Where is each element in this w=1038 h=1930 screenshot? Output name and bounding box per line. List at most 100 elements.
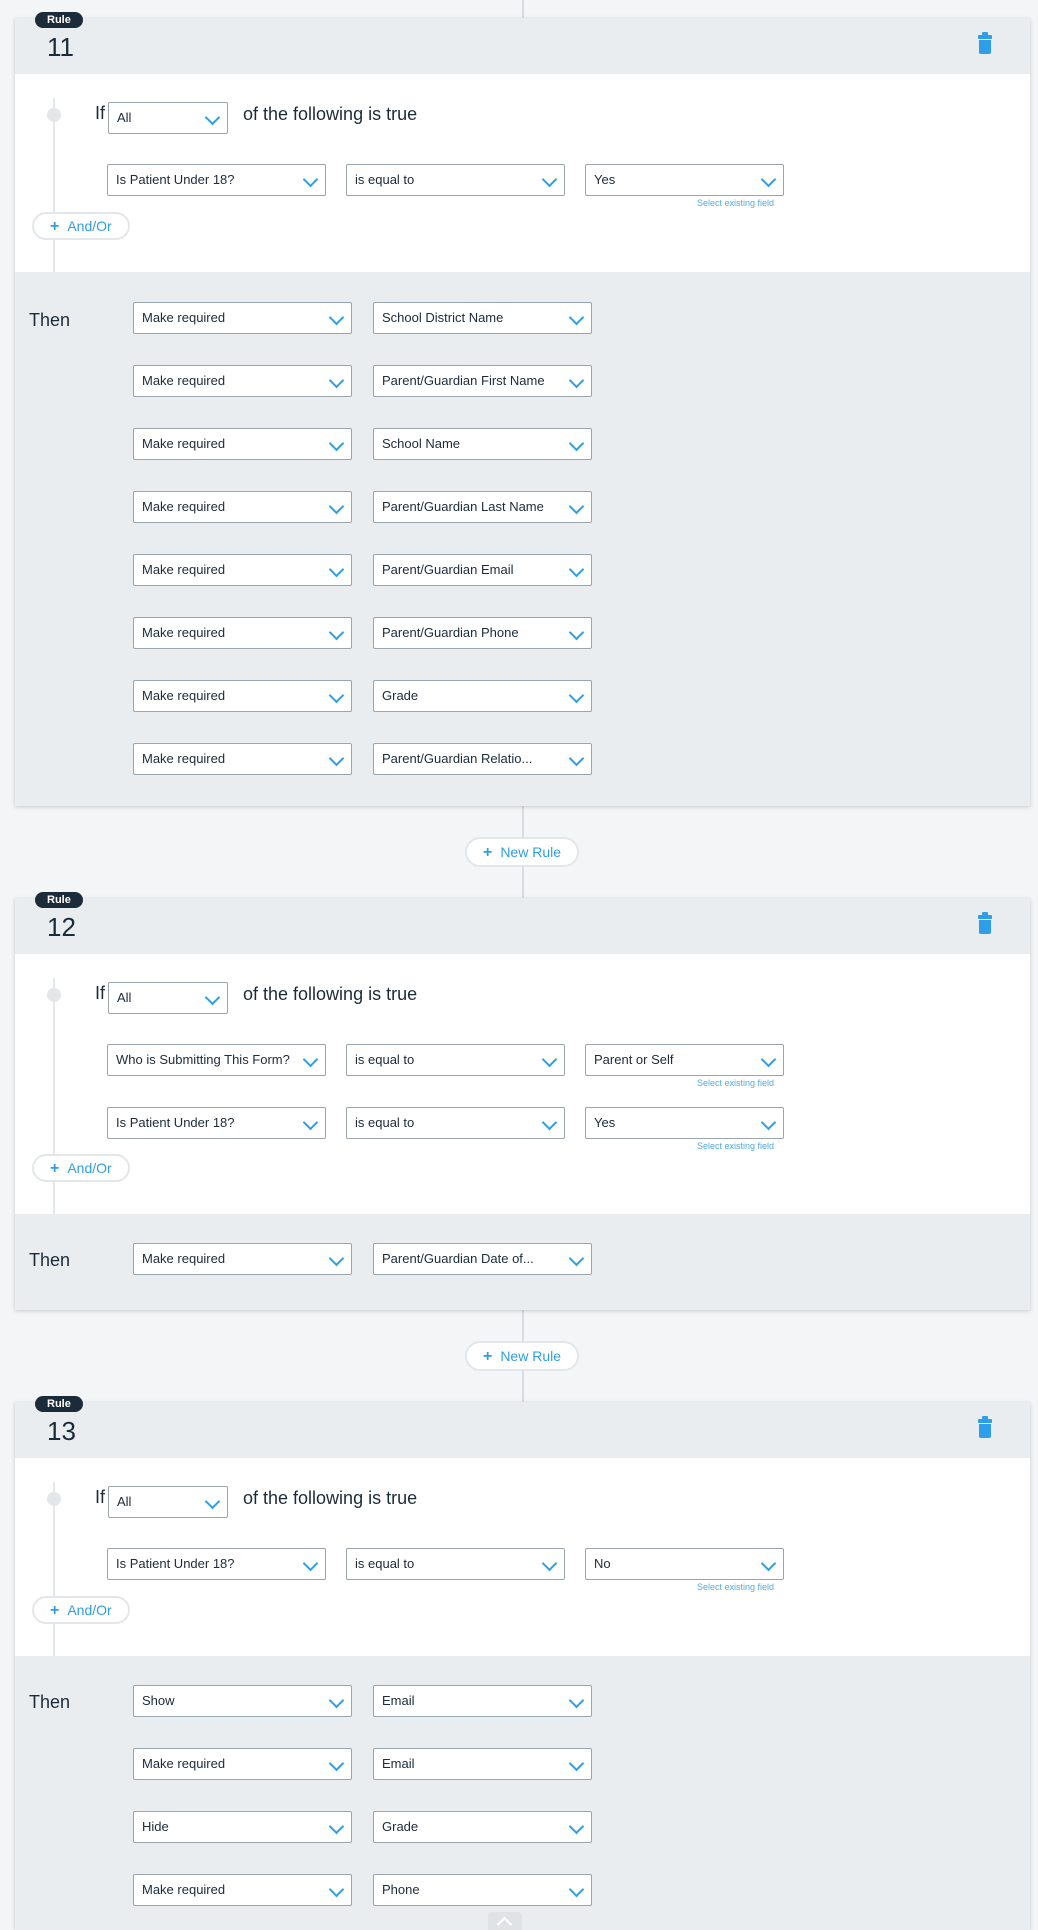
condition-value-select[interactable]: Parent or Self: [585, 1044, 784, 1076]
new-rule-button[interactable]: + New Rule: [465, 1341, 579, 1371]
timeline-dot: [47, 108, 61, 122]
select-value: Make required: [142, 562, 226, 577]
action-select[interactable]: Make required: [133, 554, 352, 586]
select-value: Parent or Self: [594, 1052, 674, 1067]
action-target-select[interactable]: Email: [373, 1748, 592, 1780]
condition-value-select[interactable]: No: [585, 1548, 784, 1580]
select-value: Is Patient Under 18?: [116, 1556, 235, 1571]
and-or-button[interactable]: + And/Or: [32, 1596, 130, 1624]
timeline-dot: [47, 988, 61, 1002]
select-value: Make required: [142, 310, 226, 325]
if-label: If: [95, 103, 106, 123]
select-value: Make required: [142, 625, 226, 640]
select-existing-field-link[interactable]: Select existing field: [697, 1078, 774, 1088]
if-label: If: [95, 1487, 106, 1507]
chevron-down-icon: [541, 1555, 558, 1572]
select-value: Make required: [142, 1882, 226, 1897]
action-select[interactable]: Make required: [133, 1874, 352, 1906]
chevron-down-icon: [302, 1555, 319, 1572]
match-select[interactable]: All: [108, 1486, 228, 1518]
action-target-select[interactable]: School District Name: [373, 302, 592, 334]
chevron-down-icon: [568, 435, 585, 452]
action-select[interactable]: Make required: [133, 743, 352, 775]
action-select[interactable]: Make required: [133, 302, 352, 334]
action-select[interactable]: Hide: [133, 1811, 352, 1843]
action-select[interactable]: Make required: [133, 617, 352, 649]
chevron-down-icon: [568, 1692, 585, 1709]
condition-field-select[interactable]: Is Patient Under 18?: [107, 1548, 326, 1580]
if-section: If All of the following is true Is Patie…: [15, 1458, 1030, 1656]
chevron-down-icon: [328, 687, 345, 704]
select-value: Parent/Guardian Relatio...: [382, 751, 533, 766]
action-target-select[interactable]: Parent/Guardian Email: [373, 554, 592, 586]
plus-icon: +: [482, 844, 493, 861]
action-target-select[interactable]: Parent/Guardian Date of...: [373, 1243, 592, 1275]
chevron-down-icon: [328, 498, 345, 515]
match-select[interactable]: All: [108, 982, 228, 1014]
and-or-button[interactable]: + And/Or: [32, 212, 130, 240]
new-rule-button[interactable]: + New Rule: [465, 837, 579, 867]
chevron-down-icon: [568, 1755, 585, 1772]
select-existing-field-link[interactable]: Select existing field: [697, 1582, 774, 1592]
condition-value-select[interactable]: Yes: [585, 164, 784, 196]
delete-rule-icon[interactable]: [978, 912, 992, 935]
action-select[interactable]: Make required: [133, 680, 352, 712]
chevron-down-icon: [328, 372, 345, 389]
condition-field-select[interactable]: Is Patient Under 18?: [107, 1107, 326, 1139]
select-existing-field-link[interactable]: Select existing field: [697, 1141, 774, 1151]
action-select[interactable]: Make required: [133, 1748, 352, 1780]
rule-header: Rule 13: [15, 1396, 1030, 1458]
select-value: Parent/Guardian Last Name: [382, 499, 544, 514]
action-select[interactable]: Make required: [133, 428, 352, 460]
then-section: Then Make required Parent/Guardian Date …: [15, 1214, 1030, 1310]
rule-badge: Rule: [35, 12, 83, 28]
condition-field-select[interactable]: Is Patient Under 18?: [107, 164, 326, 196]
plus-icon: +: [482, 1348, 493, 1365]
condition-operator-select[interactable]: is equal to: [346, 1107, 565, 1139]
select-value: Make required: [142, 436, 226, 451]
condition-operator-select[interactable]: is equal to: [346, 164, 565, 196]
then-label: Then: [29, 1250, 71, 1270]
plus-icon: +: [50, 1602, 60, 1619]
select-value: is equal to: [355, 172, 415, 187]
action-target-select[interactable]: Parent/Guardian Last Name: [373, 491, 592, 523]
action-target-select[interactable]: Phone: [373, 1874, 592, 1906]
action-target-select[interactable]: Email: [373, 1685, 592, 1717]
condition-operator-select[interactable]: is equal to: [346, 1548, 565, 1580]
select-value: Phone: [382, 1882, 420, 1897]
chevron-down-icon: [760, 1114, 777, 1131]
match-select[interactable]: All: [108, 102, 228, 134]
select-value: Make required: [142, 373, 226, 388]
action-select[interactable]: Make required: [133, 1243, 352, 1275]
delete-rule-icon[interactable]: [978, 32, 992, 55]
action-target-select[interactable]: Grade: [373, 1811, 592, 1843]
rule-badge: Rule: [35, 1396, 83, 1412]
and-or-button[interactable]: + And/Or: [32, 1154, 130, 1182]
action-select[interactable]: Make required: [133, 491, 352, 523]
action-target-select[interactable]: Parent/Guardian First Name: [373, 365, 592, 397]
select-existing-field-link[interactable]: Select existing field: [697, 198, 774, 208]
select-value: Email: [382, 1693, 415, 1708]
select-value: is equal to: [355, 1052, 415, 1067]
chevron-down-icon: [328, 1250, 345, 1267]
select-value: is equal to: [355, 1115, 415, 1130]
action-target-select[interactable]: Parent/Guardian Phone: [373, 617, 592, 649]
action-select[interactable]: Show: [133, 1685, 352, 1717]
select-value: Show: [142, 1693, 175, 1708]
rule-header: Rule 11: [15, 12, 1030, 74]
action-target-select[interactable]: Parent/Guardian Relatio...: [373, 743, 592, 775]
select-value: Yes: [594, 1115, 616, 1130]
action-select[interactable]: Make required: [133, 365, 352, 397]
delete-rule-icon[interactable]: [978, 1416, 992, 1439]
action-target-select[interactable]: School Name: [373, 428, 592, 460]
if-section: If All of the following is true Who is S…: [15, 954, 1030, 1214]
chevron-down-icon: [204, 1493, 221, 1510]
condition-value-select[interactable]: Yes: [585, 1107, 784, 1139]
select-value: Who is Submitting This Form?: [116, 1052, 290, 1067]
scroll-up-button[interactable]: [488, 1912, 522, 1930]
condition-operator-select[interactable]: is equal to: [346, 1044, 565, 1076]
action-target-select[interactable]: Grade: [373, 680, 592, 712]
condition-field-select[interactable]: Who is Submitting This Form?: [107, 1044, 326, 1076]
timeline-dot: [47, 1492, 61, 1506]
rule-card: Rule 11 If All of the following is true …: [15, 12, 1030, 806]
